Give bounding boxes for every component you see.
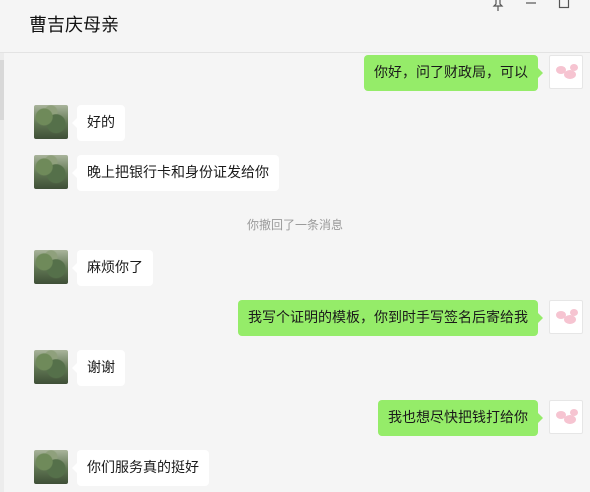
message-bubble-incoming[interactable]: 麻烦你了 [72,250,153,286]
my-avatar[interactable] [549,300,583,334]
my-avatar[interactable] [549,55,583,89]
message-bubble-outgoing[interactable]: 你好，问了财政局，可以 [364,55,543,91]
maximize-icon[interactable] [555,0,573,12]
contact-avatar[interactable] [34,155,68,189]
my-avatar[interactable] [549,400,583,434]
message-bubble-outgoing[interactable]: 我写个证明的模板，你到时手写签名后寄给我 [238,300,543,336]
recall-notice: 你撤回了一条消息 [246,218,343,232]
minimize-icon[interactable] [522,0,540,12]
pin-icon[interactable] [489,0,507,12]
contact-avatar[interactable] [34,350,68,384]
message-bubble-incoming[interactable]: 晚上把银行卡和身份证发给你 [72,155,279,191]
scrollbar-thumb[interactable] [0,60,4,120]
message-bubble-incoming[interactable]: 好的 [72,105,125,141]
chat-header: 曹吉庆母亲 [0,0,590,53]
contact-avatar[interactable] [34,250,68,284]
contact-avatar[interactable] [34,105,68,139]
message-bubble-incoming[interactable]: 谢谢 [72,350,125,386]
message-bubble-outgoing[interactable]: 我也想尽快把钱打给你 [378,400,543,436]
chat-title: 曹吉庆母亲 [29,15,119,36]
contact-avatar[interactable] [34,450,68,484]
message-bubble-incoming[interactable]: 你们服务真的挺好 [72,450,209,486]
